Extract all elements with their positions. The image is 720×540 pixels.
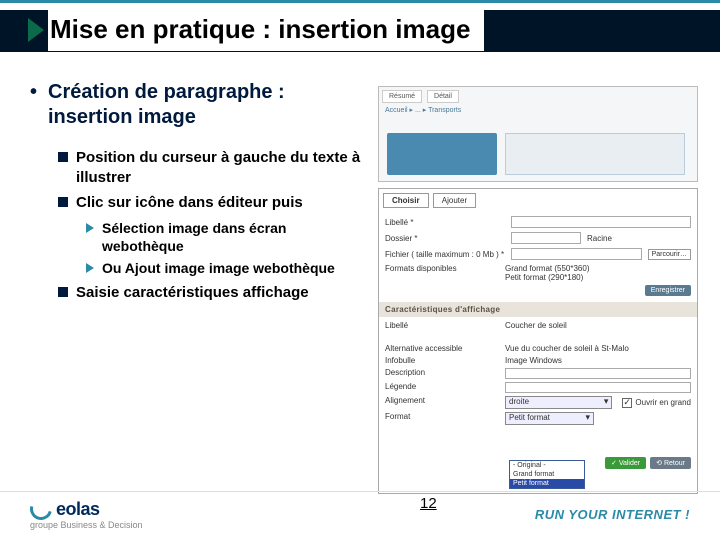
bullet-level3: Ou Ajout image image webothèque [86,259,370,277]
option[interactable]: - Original - [510,461,584,470]
logo-subtitle: groupe Business & Decision [30,520,143,530]
content-block: Création de paragraphe : insertion image… [30,80,370,309]
label-fichier: Fichier ( taille maximum : 0 Mb ) * [385,250,505,259]
browse-button[interactable]: Parcourir… [648,249,691,260]
bullet-level3: Sélection image dans écran webothèque [86,219,370,255]
tab: Détail [427,90,459,103]
footer: eolas groupe Business & Decision RUN YOU… [0,488,720,540]
tab: Résumé [382,90,422,103]
value-infobulle: Image Windows [505,356,691,365]
tab-ajouter[interactable]: Ajouter [433,193,476,208]
slide-title: Mise en pratique : insertion image [48,8,484,51]
select-format[interactable]: Petit format [505,412,594,425]
dropdown-format[interactable]: - Original - Grand format Petit format [509,460,585,489]
tagline: RUN YOUR INTERNET ! [535,507,690,522]
label-ouvrir: Ouvrir en grand [635,398,691,407]
label-dossier: Dossier * [385,234,505,243]
section-header: Caractéristiques d'affichage [379,302,697,317]
label-formats: Formats disponibles [385,264,495,282]
label-alignement: Alignement [385,396,495,409]
bullet-level2: Clic sur icône dans éditeur puis [58,193,370,213]
save-button[interactable]: Enregistrer [645,285,691,296]
logo-block: eolas groupe Business & Decision [30,498,143,530]
label-libelle: Libellé * [385,218,505,227]
page-number: 12 [420,495,437,512]
value-format1: Grand format (550*360) [505,264,590,273]
checkbox-ouvrir[interactable] [622,398,632,408]
arrow-icon [28,18,44,42]
accent-line [0,0,720,3]
value-racine: Racine [587,234,612,243]
breadcrumb: Accueil ▸ ... ▸ Transports [385,106,691,114]
label-format: Format [385,412,495,425]
logo-text: eolas [56,499,100,520]
title-wrap: Mise en pratique : insertion image [28,8,484,51]
label-libelle2: Libellé [385,321,495,330]
input-description[interactable] [505,368,691,379]
option-selected[interactable]: Petit format [510,479,584,488]
value-libelle2: Coucher de soleil [505,321,691,330]
tab-choisir[interactable]: Choisir [383,193,429,208]
input-dossier[interactable] [511,232,581,244]
label-description: Description [385,368,495,379]
back-button[interactable]: ⟲ Retour [650,457,691,469]
option[interactable]: Grand format [510,470,584,479]
label-legende: Légende [385,382,495,393]
bullet-level1: Création de paragraphe : insertion image [30,80,370,130]
bullet-level2: Saisie caractéristiques affichage [58,283,370,303]
screenshot-dialog: Choisir Ajouter Libellé * Dossier * Racin… [378,188,698,494]
value-format2: Petit format (290*180) [505,273,583,282]
screenshot-editor: Résumé Détail Accueil ▸ ... ▸ Transports [378,86,698,182]
bullet-level2: Position du curseur à gauche du texte à … [58,148,370,187]
label-alt: Alternative accessible [385,344,495,353]
validate-button[interactable]: ✓ Valider [605,457,646,469]
input-legende[interactable] [505,382,691,393]
value-alt: Vue du coucher de soleil à St-Malo [505,344,691,353]
input-libelle[interactable] [511,216,691,228]
panel [387,133,497,175]
label-infobulle: Infobulle [385,356,495,365]
input-fichier[interactable] [511,248,642,260]
panel [505,133,685,175]
select-alignement[interactable]: droite [505,396,612,409]
